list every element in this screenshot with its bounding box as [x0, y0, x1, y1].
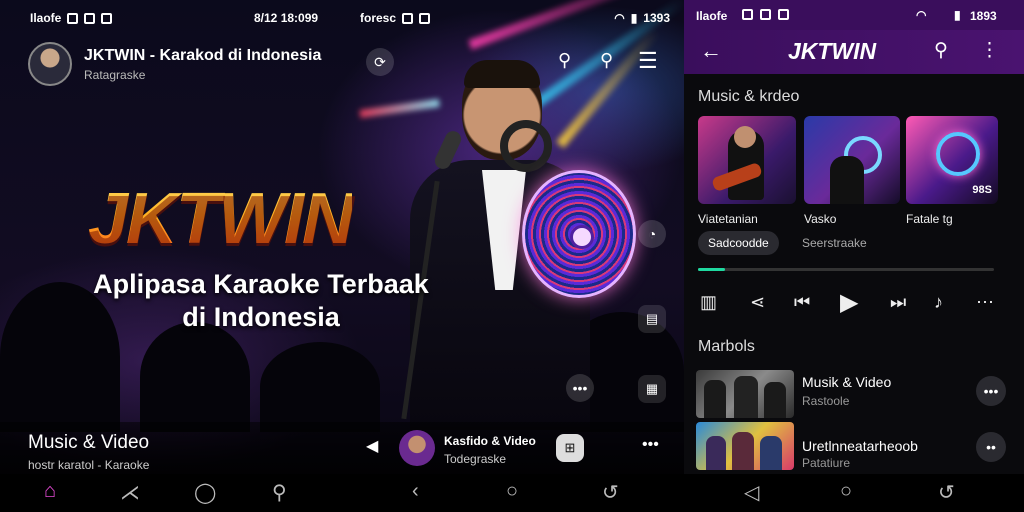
- channel-title: JKTWIN - Karakod di Indonesia: [84, 46, 322, 64]
- thumbnail-label: Viatetanian: [698, 212, 758, 226]
- notification-icon: [67, 12, 79, 24]
- search-icon[interactable]: ⚲: [558, 50, 571, 71]
- vinyl-record-graphic: [522, 170, 636, 298]
- bottom-nav: ⌂ ⋌ ◯ ⚲ ‹ ○ ↺: [0, 474, 684, 512]
- app-title: JKTWIN: [788, 38, 877, 64]
- video-thumbnail[interactable]: 98S: [906, 116, 998, 204]
- status-battery: 1893: [970, 9, 997, 23]
- playback-progress[interactable]: [698, 268, 994, 271]
- home-button-icon[interactable]: ○: [506, 480, 518, 503]
- search-icon[interactable]: ⚲: [934, 39, 948, 62]
- arrow-left-icon[interactable]: ←: [700, 38, 722, 64]
- notification-icon: [760, 9, 771, 20]
- brand-logo: JKTWIN: [88, 179, 354, 259]
- search-icon[interactable]: ⚲: [272, 480, 287, 505]
- list-item[interactable]: Musik & Video Rastoole •••: [696, 370, 1012, 420]
- channel-avatar[interactable]: [28, 42, 72, 86]
- status-bar: Ilaofe 8/12 18:099 foresc ◠ ▮ 1393: [30, 0, 670, 36]
- more-horizontal-icon[interactable]: ••: [976, 432, 1006, 462]
- hero-tagline: Aplipasa Karaoke Terbaak di Indonesia: [86, 268, 436, 334]
- playback-progress-fill: [698, 268, 725, 271]
- section-title: Music & krdeo: [698, 88, 800, 105]
- player-controls: ▥ ⋖ ⏮ ▶ ⏭ ♪ ⋯: [684, 288, 1024, 320]
- more-vertical-icon[interactable]: ⋮: [980, 39, 999, 62]
- notification-icon: [419, 12, 431, 24]
- status-bar: Ilaofe ◠ ▮ 1893: [684, 0, 1024, 30]
- share-icon[interactable]: ◔: [638, 220, 666, 248]
- play-icon[interactable]: ▶: [840, 288, 858, 317]
- list-item-title: Uretlnneatarheoob: [802, 438, 918, 454]
- filter-chip[interactable]: Seerstraake: [802, 236, 867, 250]
- recent-apps-icon[interactable]: ↺: [602, 480, 619, 505]
- filter-chip-active[interactable]: Sadcoodde: [698, 231, 779, 255]
- battery-icon: ▮: [954, 8, 961, 22]
- now-playing-subtitle: hostr karatol - Karaoke: [28, 458, 150, 472]
- volume-icon[interactable]: ◀: [366, 436, 378, 456]
- battery-icon: ▮: [630, 11, 638, 25]
- chat-icon[interactable]: ◯: [194, 480, 216, 505]
- playlist-icon[interactable]: ⊞: [556, 434, 584, 462]
- more-horizontal-icon[interactable]: •••: [642, 436, 659, 454]
- more-horizontal-icon[interactable]: •••: [976, 376, 1006, 406]
- notification-icon: [778, 9, 789, 20]
- system-nav-bar: ◁ ○ ↺: [684, 474, 1024, 512]
- notification-icon: [402, 12, 414, 24]
- status-carrier: Ilaofe: [30, 11, 62, 25]
- cast-icon[interactable]: ⟳: [366, 48, 394, 76]
- list-thumbnail: [696, 422, 794, 470]
- channel-header[interactable]: JKTWIN - Karakod di Indonesia Ratagraske: [28, 42, 321, 86]
- status-carrier: Ilaofe: [696, 9, 728, 23]
- video-thumbnail[interactable]: [804, 116, 900, 204]
- list-item[interactable]: Uretlnneatarheoob Patatiure ••: [696, 422, 1012, 472]
- crowd-silhouette: [260, 342, 380, 432]
- list-item-subtitle: Patatiure: [802, 456, 851, 470]
- video-thumbnail[interactable]: [698, 116, 796, 204]
- list-item-title: Musik & Video: [802, 374, 892, 390]
- notification-icon: [101, 12, 113, 24]
- status-time: 8/12 18:099: [254, 11, 319, 25]
- share-icon[interactable]: ⋖: [750, 292, 765, 313]
- notification-icon: [742, 9, 753, 20]
- tagline-line-2: di Indonesia: [182, 302, 340, 332]
- mini-player-subtitle: Todegraske: [444, 452, 507, 466]
- status-battery: 1393: [643, 11, 670, 25]
- list-item-subtitle: Rastoole: [802, 394, 850, 408]
- search-icon[interactable]: ⚲: [600, 50, 613, 71]
- back-icon[interactable]: ◁: [744, 480, 759, 505]
- queue-icon[interactable]: ▥: [700, 292, 717, 313]
- main-player-pane: Ilaofe 8/12 18:099 foresc ◠ ▮ 1393 JKTWI…: [0, 0, 684, 512]
- tagline-line-1: Aplipasa Karaoke Terbaak: [93, 269, 429, 299]
- home-button-icon[interactable]: ○: [840, 480, 852, 503]
- home-icon[interactable]: ⌂: [44, 480, 56, 503]
- back-icon[interactable]: ‹: [412, 480, 419, 503]
- more-options-icon[interactable]: •••: [566, 374, 594, 402]
- skip-previous-icon[interactable]: ⏮: [794, 292, 810, 313]
- crowd-silhouette: [140, 322, 250, 432]
- lyrics-icon[interactable]: ▤: [638, 305, 666, 333]
- skip-next-icon[interactable]: ⏭: [890, 292, 906, 313]
- recent-apps-icon[interactable]: ↺: [938, 480, 955, 505]
- wifi-icon: ◠: [614, 11, 625, 25]
- video-badge: 98S: [972, 184, 992, 196]
- wifi-icon: ◠: [916, 8, 927, 22]
- queue-icon[interactable]: ▦: [638, 375, 666, 403]
- hamburger-menu-icon[interactable]: ☰: [638, 48, 658, 74]
- now-playing-title: Music & Video: [28, 432, 150, 453]
- now-playing-bar[interactable]: Music & Video hostr karatol - Karaoke ◀ …: [0, 422, 684, 474]
- list-thumbnail: [696, 370, 794, 418]
- mini-player-title: Kasfido & Video: [444, 434, 536, 448]
- explore-icon[interactable]: ⋌: [120, 480, 140, 505]
- status-carrier: foresc: [360, 11, 397, 25]
- section-title: Marbols: [698, 338, 755, 355]
- notification-icon: [84, 12, 96, 24]
- thumbnail-label: Vasko: [804, 212, 837, 226]
- thumbnail-label: Fatale tg: [906, 212, 953, 226]
- more-horizontal-icon[interactable]: ⋯: [976, 292, 994, 313]
- channel-subtitle: Ratagraske: [84, 67, 146, 82]
- secondary-pane: Ilaofe ◠ ▮ 1893 ← JKTWIN ⚲ ⋮ Music & krd…: [684, 0, 1024, 512]
- mini-player-avatar[interactable]: [399, 430, 435, 466]
- microphone-icon[interactable]: ♪: [934, 292, 943, 313]
- app-bar: ← JKTWIN ⚲ ⋮: [684, 30, 1024, 74]
